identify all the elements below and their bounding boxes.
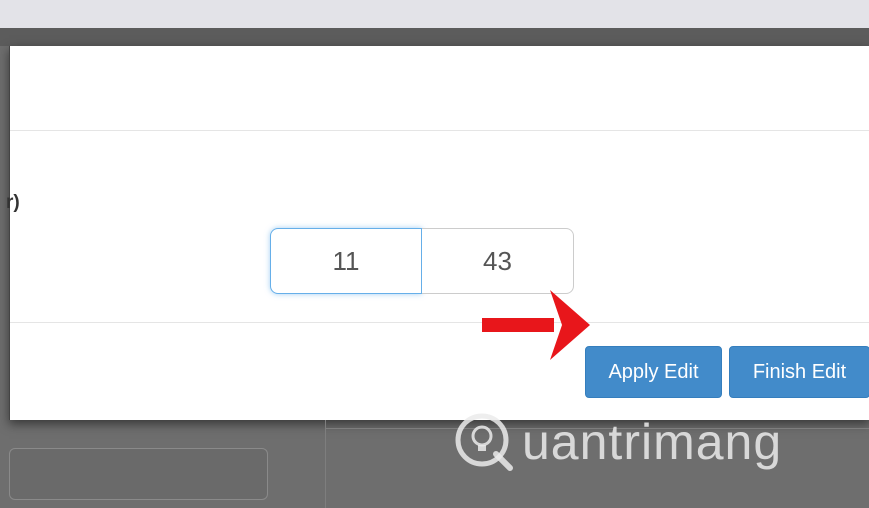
background-divider [325,420,326,508]
backdrop-band [0,28,869,46]
background-input-field [9,448,268,500]
field-label-fragment: r) [6,192,20,213]
modal-header [10,46,869,131]
browser-top-strip [0,0,869,29]
value-input-group [270,228,574,294]
apply-edit-button[interactable]: Apply Edit [585,346,722,398]
finish-edit-button[interactable]: Finish Edit [729,346,869,398]
watermark: uantrimang [452,410,782,474]
q-lightbulb-icon [455,413,513,471]
modal-footer: Apply Edit Finish Edit [10,322,869,421]
first-value-input[interactable] [270,228,422,294]
red-arrow-annotation [482,290,590,360]
second-value-input[interactable] [422,228,574,294]
edit-modal: r) Apply Edit Finish Edit [6,46,869,421]
watermark-text: uantrimang [522,414,783,470]
